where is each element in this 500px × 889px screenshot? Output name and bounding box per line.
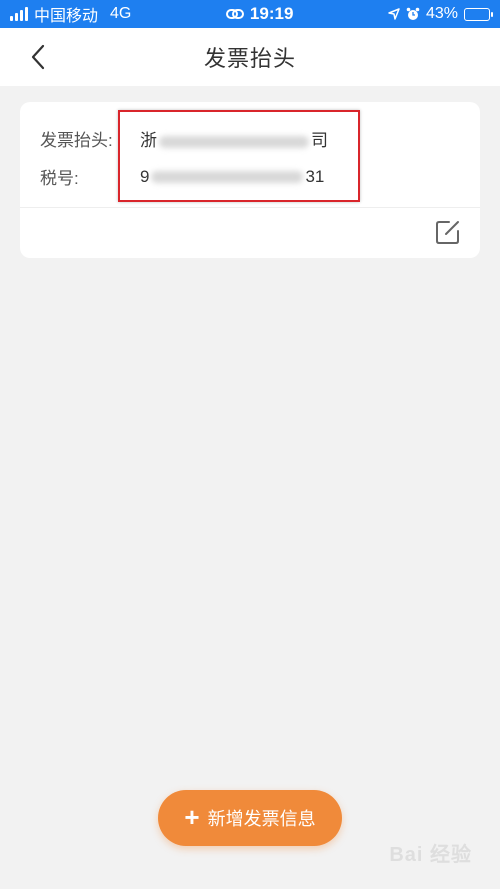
carrier-name: 中国移动 bbox=[34, 8, 99, 25]
plus-icon: + bbox=[184, 802, 200, 832]
status-time: 19:19 bbox=[249, 4, 294, 23]
page-title: 发票抬头 bbox=[203, 46, 296, 71]
add-invoice-label: 新增发票信息 bbox=[207, 809, 316, 829]
edit-icon bbox=[436, 221, 459, 244]
nav-bar: 发票抬头 bbox=[0, 28, 500, 86]
highlight-box bbox=[118, 110, 360, 202]
status-left: 中国移动 4G bbox=[10, 2, 131, 26]
back-button[interactable] bbox=[22, 41, 54, 73]
baidu-watermark: Bai 经验 bbox=[389, 844, 472, 866]
status-center: 19:19 bbox=[225, 4, 294, 24]
alarm-icon bbox=[406, 7, 420, 20]
location-icon bbox=[388, 8, 400, 20]
network-type: 4G bbox=[110, 5, 132, 22]
card-divider bbox=[20, 207, 480, 208]
add-invoice-button[interactable]: + 新增发票信息 bbox=[158, 790, 342, 846]
chevron-left-icon bbox=[31, 44, 45, 70]
edit-button[interactable] bbox=[434, 218, 462, 246]
link-icon bbox=[225, 9, 244, 19]
status-right: 43% bbox=[388, 5, 493, 23]
status-bar: 中国移动 4G 19:19 43% bbox=[0, 0, 500, 28]
battery-icon bbox=[464, 7, 493, 21]
battery-percent: 43% bbox=[425, 5, 458, 22]
signal-icon bbox=[10, 7, 28, 21]
